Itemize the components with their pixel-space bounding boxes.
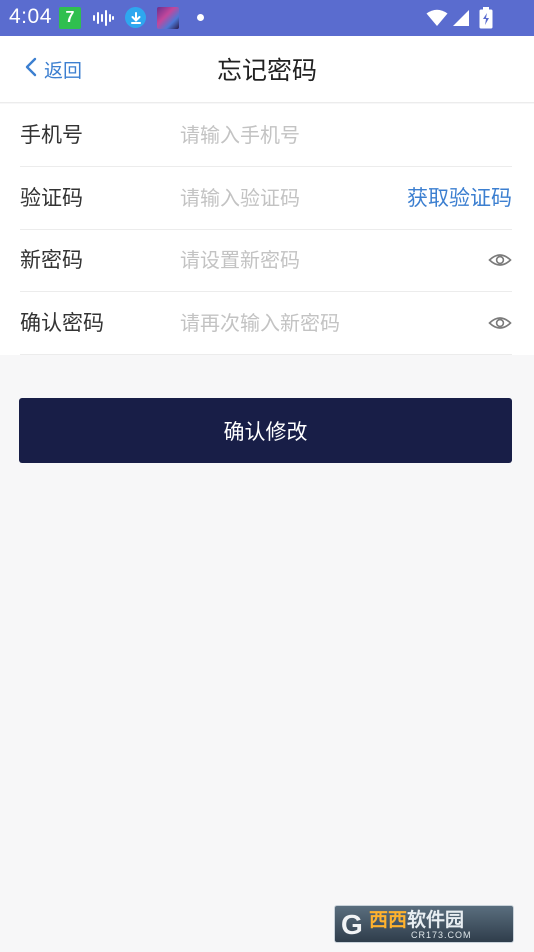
new-password-label: 新密码 xyxy=(20,248,83,272)
notification-dot-icon xyxy=(197,14,204,21)
new-password-input[interactable] xyxy=(180,242,420,278)
watermark-highlight: 西西 xyxy=(369,909,408,931)
download-icon xyxy=(125,7,146,28)
watermark-site: CR173.COM xyxy=(411,930,472,940)
phone-input[interactable] xyxy=(180,117,420,153)
wifi-icon xyxy=(426,7,448,29)
status-bar: 4:04 7 xyxy=(0,0,534,36)
sound-wave-icon xyxy=(92,7,114,29)
eye-icon[interactable] xyxy=(488,249,512,271)
code-label: 验证码 xyxy=(20,186,83,210)
signal-icon xyxy=(452,7,470,29)
watermark-name: 西西软件园 xyxy=(369,909,464,931)
confirm-password-row: 确认密码 xyxy=(20,292,512,355)
eye-icon[interactable] xyxy=(488,312,512,334)
watermark-mark: G xyxy=(341,909,363,940)
status-time: 4:04 xyxy=(9,5,52,28)
app-thumbnail-icon xyxy=(157,7,179,29)
code-row: 验证码 获取验证码 xyxy=(20,167,512,230)
watermark-rest: 软件园 xyxy=(407,909,465,931)
reset-password-form: 手机号 验证码 获取验证码 新密码 确认密码 xyxy=(0,104,534,355)
phone-label: 手机号 xyxy=(20,123,83,147)
nav-bar: 返回 忘记密码 xyxy=(0,36,534,103)
page-title: 忘记密码 xyxy=(216,56,317,85)
battery-charging-icon xyxy=(479,7,493,29)
confirm-change-button[interactable]: 确认修改 xyxy=(19,398,512,463)
watermark-logo: G 西西软件园 CR173.COM xyxy=(334,905,514,943)
code-input[interactable] xyxy=(180,180,380,216)
app-badge-icon: 7 xyxy=(59,7,81,29)
confirm-password-label: 确认密码 xyxy=(20,311,104,335)
get-code-button[interactable]: 获取验证码 xyxy=(407,167,512,229)
phone-row: 手机号 xyxy=(20,104,512,167)
confirm-password-input[interactable] xyxy=(180,305,420,341)
new-password-row: 新密码 xyxy=(20,229,512,292)
